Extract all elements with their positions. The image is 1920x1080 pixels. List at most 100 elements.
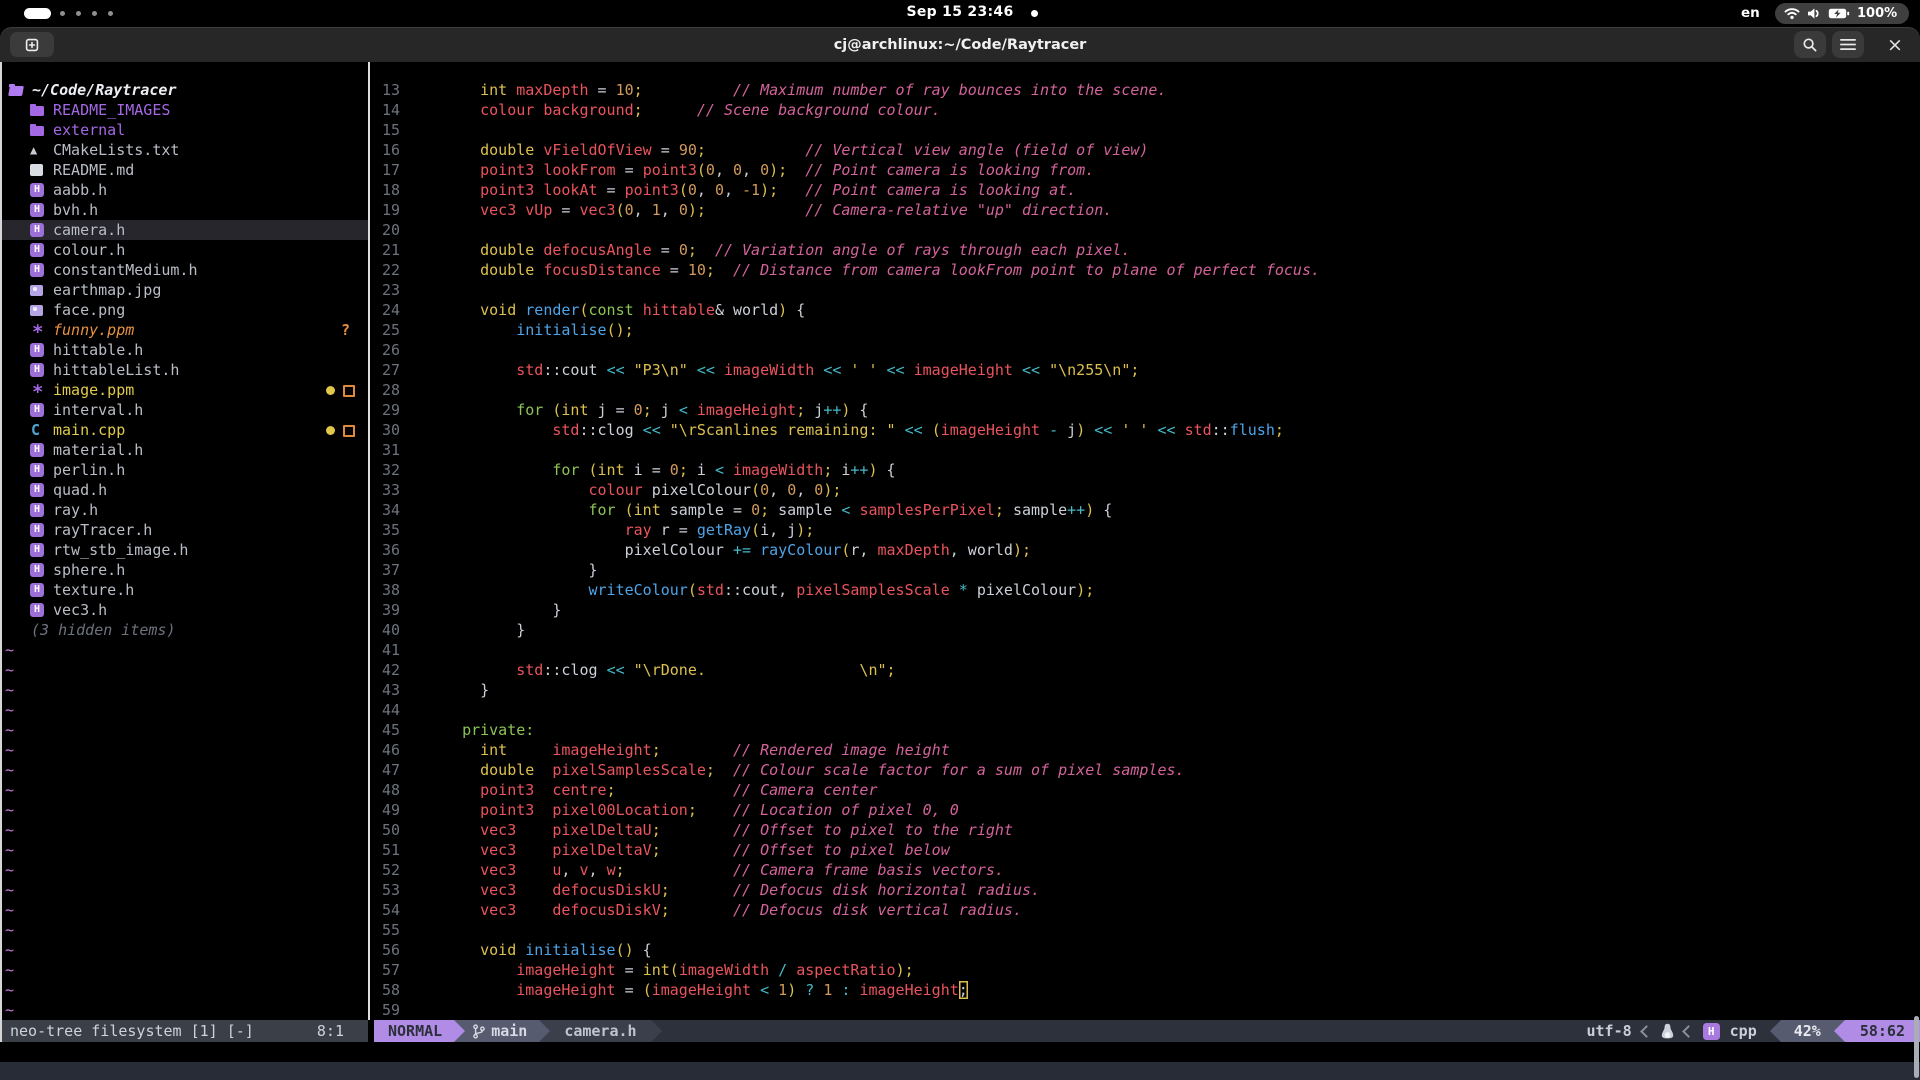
code-line-51[interactable]: 51 vec3 pixelDeltaV; // Offset to pixel … [370, 840, 1920, 860]
close-button[interactable]: × [1880, 31, 1910, 58]
search-button[interactable] [1794, 31, 1826, 58]
tree-item-README_IMAGES[interactable]: README_IMAGES [0, 100, 368, 120]
header-icon [30, 220, 52, 240]
code-line-16[interactable]: 16 double vFieldOfView = 90; // Vertical… [370, 140, 1920, 160]
code-line-41[interactable]: 41 [370, 640, 1920, 660]
tree-item-perlin.h[interactable]: perlin.h [0, 460, 368, 480]
code-line-38[interactable]: 38 writeColour(std::cout, pixelSamplesSc… [370, 580, 1920, 600]
tree-item-vec3.h[interactable]: vec3.h [0, 600, 368, 620]
code-line-59[interactable]: 59 [370, 1000, 1920, 1020]
code-line-54[interactable]: 54 vec3 defocusDiskV; // Defocus disk ve… [370, 900, 1920, 920]
code-line-42[interactable]: 42 std::clog << "\rDone. \n"; [370, 660, 1920, 680]
code-line-37[interactable]: 37 } [370, 560, 1920, 580]
code-line-44[interactable]: 44 [370, 700, 1920, 720]
workspace-dot[interactable] [76, 11, 81, 16]
code-line-39[interactable]: 39 } [370, 600, 1920, 620]
code-line-49[interactable]: 49 point3 pixel00Location; // Location o… [370, 800, 1920, 820]
code-line-29[interactable]: 29 for (int j = 0; j < imageHeight; j++)… [370, 400, 1920, 420]
code-line-30[interactable]: 30 std::clog << "\rScanlines remaining: … [370, 420, 1920, 440]
code-line-17[interactable]: 17 point3 lookFrom = point3(0, 0, 0); //… [370, 160, 1920, 180]
code-line-26[interactable]: 26 [370, 340, 1920, 360]
tree-item-external[interactable]: external [0, 120, 368, 140]
code-line-19[interactable]: 19 vec3 vUp = vec3(0, 1, 0); // Camera-r… [370, 200, 1920, 220]
encoding-label: utf-8 [1587, 1022, 1632, 1040]
language-indicator[interactable]: en [1741, 5, 1760, 21]
code-line-33[interactable]: 33 colour pixelColour(0, 0, 0); [370, 480, 1920, 500]
code-line-35[interactable]: 35 ray r = getRay(i, j); [370, 520, 1920, 540]
clock[interactable]: Sep 15 23:46 [907, 4, 1014, 20]
code-line-21[interactable]: 21 double defocusAngle = 0; // Variation… [370, 240, 1920, 260]
tree-item-texture.h[interactable]: texture.h [0, 580, 368, 600]
code-line-20[interactable]: 20 [370, 220, 1920, 240]
code-line-32[interactable]: 32 for (int i = 0; i < imageWidth; i++) … [370, 460, 1920, 480]
code-line-31[interactable]: 31 [370, 440, 1920, 460]
code-line-46[interactable]: 46 int imageHeight; // Rendered image he… [370, 740, 1920, 760]
scroll-progress: 42% [1781, 1020, 1834, 1042]
code-line-23[interactable]: 23 [370, 280, 1920, 300]
workspace-dot[interactable] [92, 11, 97, 16]
tree-item-colour.h[interactable]: colour.h [0, 240, 368, 260]
tree-item-ray.h[interactable]: ray.h [0, 500, 368, 520]
code-line-14[interactable]: 14 colour background; // Scene backgroun… [370, 100, 1920, 120]
header-icon [30, 540, 52, 560]
tree-item-face.png[interactable]: face.png [0, 300, 368, 320]
tree-item-CMakeLists.txt[interactable]: CMakeLists.txt [0, 140, 368, 160]
tree-item-README.md[interactable]: README.md [0, 160, 368, 180]
code-line-56[interactable]: 56 void initialise() { [370, 940, 1920, 960]
menu-button[interactable] [1832, 31, 1864, 58]
tree-item-quad.h[interactable]: quad.h [0, 480, 368, 500]
tree-item-hittableList.h[interactable]: hittableList.h [0, 360, 368, 380]
code-line-50[interactable]: 50 vec3 pixelDeltaU; // Offset to pixel … [370, 820, 1920, 840]
code-line-52[interactable]: 52 vec3 u, v, w; // Camera frame basis v… [370, 860, 1920, 880]
code-line-53[interactable]: 53 vec3 defocusDiskU; // Defocus disk ho… [370, 880, 1920, 900]
code-line-22[interactable]: 22 double focusDistance = 10; // Distanc… [370, 260, 1920, 280]
code-line-24[interactable]: 24 void render(const hittable& world) { [370, 300, 1920, 320]
code-line-25[interactable]: 25 initialise(); [370, 320, 1920, 340]
tree-item-bvh.h[interactable]: bvh.h [0, 200, 368, 220]
code-line-28[interactable]: 28 [370, 380, 1920, 400]
code-line-43[interactable]: 43 } [370, 680, 1920, 700]
system-status-pill[interactable]: 100% [1775, 3, 1909, 24]
powerline-separator [651, 1020, 662, 1042]
tree-item-~/Code/Raytracer[interactable]: ~/Code/Raytracer [0, 80, 368, 100]
tree-item-camera.h[interactable]: camera.h [0, 220, 368, 240]
code-line-47[interactable]: 47 double pixelSamplesScale; // Colour s… [370, 760, 1920, 780]
code-line-15[interactable]: 15 [370, 120, 1920, 140]
tree-item-constantMedium.h[interactable]: constantMedium.h [0, 260, 368, 280]
tree-item-rayTracer.h[interactable]: rayTracer.h [0, 520, 368, 540]
line-number: 42 [370, 660, 400, 680]
header-icon [30, 480, 52, 500]
tree-item-main.cpp[interactable]: main.cpp [0, 420, 368, 440]
tree-item-funny.ppm[interactable]: funny.ppm? [0, 320, 368, 340]
code-line-13[interactable]: 13 int maxDepth = 10; // Maximum number … [370, 80, 1920, 100]
tree-item-image.ppm[interactable]: image.ppm [0, 380, 368, 400]
terminal-scrollbar[interactable] [1914, 1016, 1919, 1078]
code-line-18[interactable]: 18 point3 lookAt = point3(0, 0, -1); // … [370, 180, 1920, 200]
workspace-dot[interactable] [60, 11, 65, 16]
window-separator[interactable] [368, 62, 370, 1020]
search-icon [1802, 37, 1818, 53]
code-line-57[interactable]: 57 imageHeight = int(imageWidth / aspect… [370, 960, 1920, 980]
code-line-40[interactable]: 40 } [370, 620, 1920, 640]
code-line-27[interactable]: 27 std::cout << "P3\n" << imageWidth << … [370, 360, 1920, 380]
code-line-48[interactable]: 48 point3 centre; // Camera center [370, 780, 1920, 800]
line-number: 29 [370, 400, 400, 420]
code-line-45[interactable]: 45 private: [370, 720, 1920, 740]
workspace-dot[interactable] [108, 11, 113, 16]
screen: Sep 15 23:46 en 100% [0, 0, 1920, 1080]
tree-item-rtw_stb_image.h[interactable]: rtw_stb_image.h [0, 540, 368, 560]
code-line-55[interactable]: 55 [370, 920, 1920, 940]
tree-item-interval.h[interactable]: interval.h [0, 400, 368, 420]
tree-item-label: ray.h [53, 500, 98, 520]
tree-item-material.h[interactable]: material.h [0, 440, 368, 460]
tree-item-hittable.h[interactable]: hittable.h [0, 340, 368, 360]
code-line-34[interactable]: 34 for (int sample = 0; sample < samples… [370, 500, 1920, 520]
activities-pill[interactable] [24, 8, 51, 19]
tree-item-earthmap.jpg[interactable]: earthmap.jpg [0, 280, 368, 300]
line-number: 20 [370, 220, 400, 240]
code-line-58[interactable]: 58 imageHeight = (imageHeight < 1) ? 1 :… [370, 980, 1920, 1000]
command-line[interactable] [0, 1042, 1920, 1062]
code-line-36[interactable]: 36 pixelColour += rayColour(r, maxDepth,… [370, 540, 1920, 560]
tree-item-sphere.h[interactable]: sphere.h [0, 560, 368, 580]
tree-item-aabb.h[interactable]: aabb.h [0, 180, 368, 200]
